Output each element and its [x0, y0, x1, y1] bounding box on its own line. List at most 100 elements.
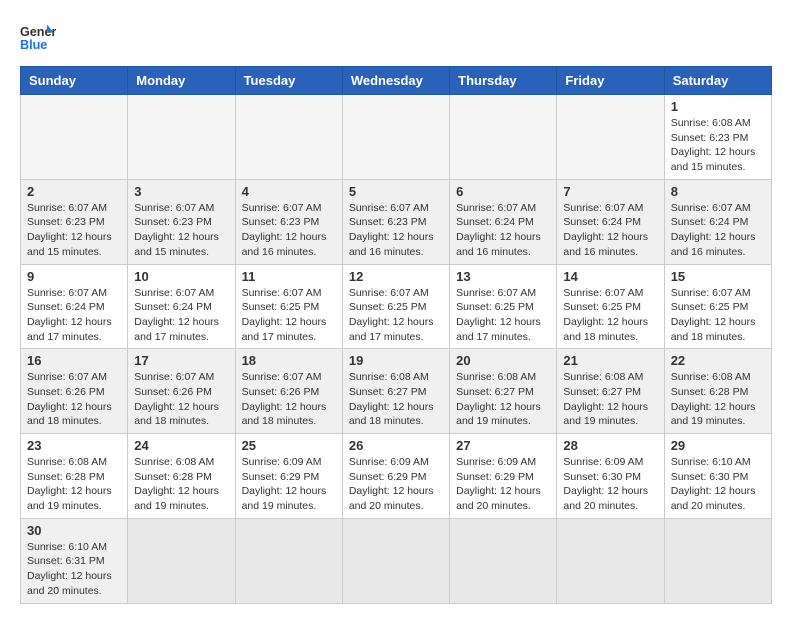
day-info: Sunrise: 6:09 AM Sunset: 6:29 PM Dayligh… [349, 455, 443, 514]
day-number: 27 [456, 438, 550, 453]
calendar-cell: 23 Sunrise: 6:08 AM Sunset: 6:28 PM Dayli… [21, 434, 128, 519]
day-header-wednesday: Wednesday [342, 67, 449, 95]
calendar-cell [235, 518, 342, 603]
calendar-week-4: 16 Sunrise: 6:07 AM Sunset: 6:26 PM Dayli… [21, 349, 772, 434]
calendar-cell [342, 518, 449, 603]
day-info: Sunrise: 6:07 AM Sunset: 6:24 PM Dayligh… [563, 201, 657, 260]
day-info: Sunrise: 6:07 AM Sunset: 6:25 PM Dayligh… [456, 286, 550, 345]
calendar-cell [128, 95, 235, 180]
day-number: 23 [27, 438, 121, 453]
day-header-tuesday: Tuesday [235, 67, 342, 95]
day-info: Sunrise: 6:07 AM Sunset: 6:23 PM Dayligh… [134, 201, 228, 260]
calendar-cell: 28 Sunrise: 6:09 AM Sunset: 6:30 PM Dayli… [557, 434, 664, 519]
calendar-cell: 2 Sunrise: 6:07 AM Sunset: 6:23 PM Daylig… [21, 179, 128, 264]
day-number: 11 [242, 269, 336, 284]
calendar-cell [342, 95, 449, 180]
day-info: Sunrise: 6:07 AM Sunset: 6:26 PM Dayligh… [134, 370, 228, 429]
calendar-week-2: 2 Sunrise: 6:07 AM Sunset: 6:23 PM Daylig… [21, 179, 772, 264]
calendar-cell: 10Sunrise: 6:07 AM Sunset: 6:24 PM Dayli… [128, 264, 235, 349]
calendar-week-5: 23 Sunrise: 6:08 AM Sunset: 6:28 PM Dayli… [21, 434, 772, 519]
day-info: Sunrise: 6:07 AM Sunset: 6:25 PM Dayligh… [563, 286, 657, 345]
day-info: Sunrise: 6:07 AM Sunset: 6:26 PM Dayligh… [242, 370, 336, 429]
day-number: 13 [456, 269, 550, 284]
day-number: 15 [671, 269, 765, 284]
calendar-cell: 1 Sunrise: 6:08 AM Sunset: 6:23 PM Daylig… [664, 95, 771, 180]
calendar-cell [128, 518, 235, 603]
day-info: Sunrise: 6:07 AM Sunset: 6:24 PM Dayligh… [134, 286, 228, 345]
day-number: 7 [563, 184, 657, 199]
day-info: Sunrise: 6:08 AM Sunset: 6:28 PM Dayligh… [134, 455, 228, 514]
day-info: Sunrise: 6:08 AM Sunset: 6:27 PM Dayligh… [563, 370, 657, 429]
day-number: 3 [134, 184, 228, 199]
day-number: 29 [671, 438, 765, 453]
day-number: 28 [563, 438, 657, 453]
logo: General Blue [20, 20, 62, 56]
day-info: Sunrise: 6:07 AM Sunset: 6:23 PM Dayligh… [242, 201, 336, 260]
day-number: 20 [456, 353, 550, 368]
day-info: Sunrise: 6:07 AM Sunset: 6:25 PM Dayligh… [671, 286, 765, 345]
day-number: 1 [671, 99, 765, 114]
calendar-cell: 4Sunrise: 6:07 AM Sunset: 6:23 PM Daylig… [235, 179, 342, 264]
calendar-cell: 19Sunrise: 6:08 AM Sunset: 6:27 PM Dayli… [342, 349, 449, 434]
calendar-cell [664, 518, 771, 603]
day-info: Sunrise: 6:07 AM Sunset: 6:25 PM Dayligh… [349, 286, 443, 345]
day-number: 21 [563, 353, 657, 368]
day-number: 25 [242, 438, 336, 453]
calendar-cell: 15 Sunrise: 6:07 AM Sunset: 6:25 PM Dayli… [664, 264, 771, 349]
day-header-monday: Monday [128, 67, 235, 95]
svg-text:Blue: Blue [20, 38, 47, 52]
calendar-cell [235, 95, 342, 180]
day-info: Sunrise: 6:10 AM Sunset: 6:31 PM Dayligh… [27, 540, 121, 599]
day-number: 5 [349, 184, 443, 199]
day-header-thursday: Thursday [450, 67, 557, 95]
day-number: 17 [134, 353, 228, 368]
day-number: 14 [563, 269, 657, 284]
calendar-cell: 30 Sunrise: 6:10 AM Sunset: 6:31 PM Dayli… [21, 518, 128, 603]
calendar-cell [450, 518, 557, 603]
calendar-cell: 7 Sunrise: 6:07 AM Sunset: 6:24 PM Daylig… [557, 179, 664, 264]
day-info: Sunrise: 6:08 AM Sunset: 6:28 PM Dayligh… [671, 370, 765, 429]
day-number: 9 [27, 269, 121, 284]
day-info: Sunrise: 6:10 AM Sunset: 6:30 PM Dayligh… [671, 455, 765, 514]
day-header-friday: Friday [557, 67, 664, 95]
day-info: Sunrise: 6:07 AM Sunset: 6:23 PM Dayligh… [349, 201, 443, 260]
day-info: Sunrise: 6:07 AM Sunset: 6:23 PM Dayligh… [27, 201, 121, 260]
calendar-cell: 16Sunrise: 6:07 AM Sunset: 6:26 PM Dayli… [21, 349, 128, 434]
day-number: 19 [349, 353, 443, 368]
logo-icon: General Blue [20, 20, 56, 56]
calendar-cell: 29 Sunrise: 6:10 AM Sunset: 6:30 PM Dayli… [664, 434, 771, 519]
day-header-sunday: Sunday [21, 67, 128, 95]
calendar-cell: 27 Sunrise: 6:09 AM Sunset: 6:29 PM Dayli… [450, 434, 557, 519]
day-number: 16 [27, 353, 121, 368]
day-info: Sunrise: 6:09 AM Sunset: 6:30 PM Dayligh… [563, 455, 657, 514]
day-info: Sunrise: 6:09 AM Sunset: 6:29 PM Dayligh… [242, 455, 336, 514]
calendar-cell: 20 Sunrise: 6:08 AM Sunset: 6:27 PM Dayli… [450, 349, 557, 434]
day-header-saturday: Saturday [664, 67, 771, 95]
calendar-cell: 18Sunrise: 6:07 AM Sunset: 6:26 PM Dayli… [235, 349, 342, 434]
calendar-cell: 13 Sunrise: 6:07 AM Sunset: 6:25 PM Dayli… [450, 264, 557, 349]
day-info: Sunrise: 6:07 AM Sunset: 6:25 PM Dayligh… [242, 286, 336, 345]
calendar-cell: 3 Sunrise: 6:07 AM Sunset: 6:23 PM Daylig… [128, 179, 235, 264]
calendar-cell: 24 Sunrise: 6:08 AM Sunset: 6:28 PM Dayli… [128, 434, 235, 519]
day-number: 6 [456, 184, 550, 199]
day-info: Sunrise: 6:08 AM Sunset: 6:27 PM Dayligh… [456, 370, 550, 429]
day-number: 24 [134, 438, 228, 453]
calendar-cell: 9 Sunrise: 6:07 AM Sunset: 6:24 PM Daylig… [21, 264, 128, 349]
day-number: 8 [671, 184, 765, 199]
day-number: 30 [27, 523, 121, 538]
calendar-cell: 12 Sunrise: 6:07 AM Sunset: 6:25 PM Dayli… [342, 264, 449, 349]
day-info: Sunrise: 6:07 AM Sunset: 6:24 PM Dayligh… [27, 286, 121, 345]
day-info: Sunrise: 6:09 AM Sunset: 6:29 PM Dayligh… [456, 455, 550, 514]
day-info: Sunrise: 6:08 AM Sunset: 6:23 PM Dayligh… [671, 116, 765, 175]
calendar-cell [450, 95, 557, 180]
calendar-cell: 26Sunrise: 6:09 AM Sunset: 6:29 PM Dayli… [342, 434, 449, 519]
day-number: 12 [349, 269, 443, 284]
calendar-cell: 25 Sunrise: 6:09 AM Sunset: 6:29 PM Dayli… [235, 434, 342, 519]
calendar-cell [557, 95, 664, 180]
calendar-week-3: 9 Sunrise: 6:07 AM Sunset: 6:24 PM Daylig… [21, 264, 772, 349]
calendar-cell: 21 Sunrise: 6:08 AM Sunset: 6:27 PM Dayli… [557, 349, 664, 434]
day-number: 2 [27, 184, 121, 199]
day-info: Sunrise: 6:08 AM Sunset: 6:28 PM Dayligh… [27, 455, 121, 514]
calendar-cell: 6Sunrise: 6:07 AM Sunset: 6:24 PM Daylig… [450, 179, 557, 264]
calendar-cell: 8Sunrise: 6:07 AM Sunset: 6:24 PM Daylig… [664, 179, 771, 264]
